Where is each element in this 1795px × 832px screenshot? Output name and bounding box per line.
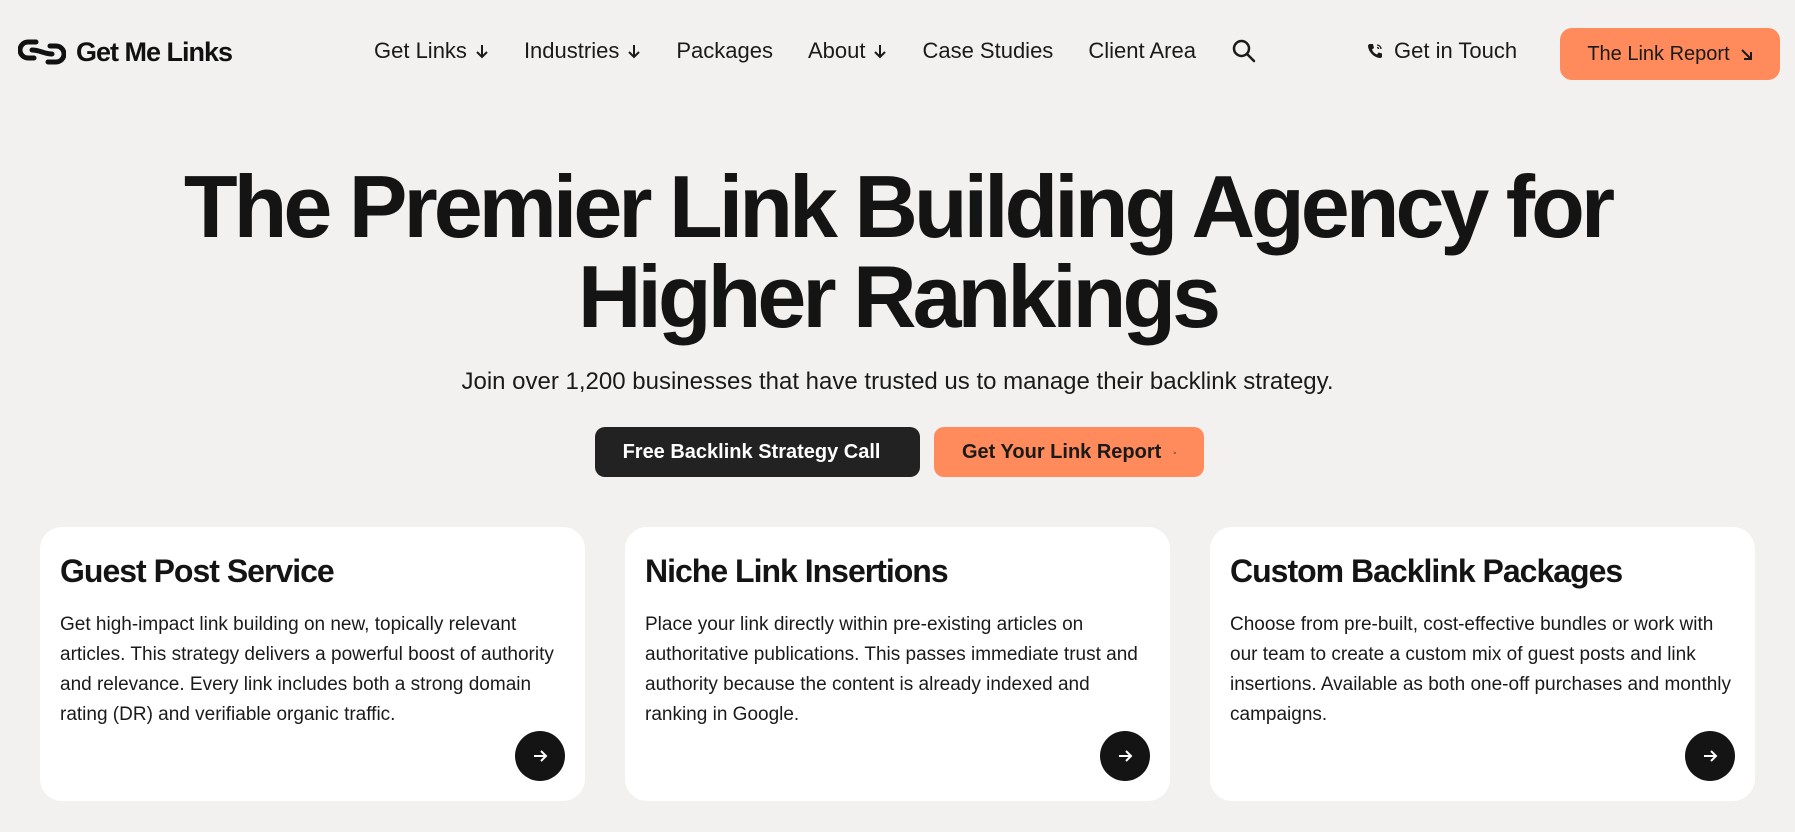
get-link-report-button[interactable]: Get Your Link Report bbox=[934, 427, 1204, 477]
get-in-touch-link[interactable]: Get in Touch bbox=[1366, 38, 1517, 64]
card-description: Place your link directly within pre-exis… bbox=[645, 614, 1138, 725]
arrow-right-icon bbox=[1119, 750, 1133, 762]
card-arrow-button[interactable] bbox=[1100, 731, 1150, 781]
card-arrow-button[interactable] bbox=[515, 731, 565, 781]
card-description: Get high-impact link building on new, to… bbox=[60, 614, 554, 725]
nav-item-label: Client Area bbox=[1088, 38, 1196, 63]
search-icon[interactable] bbox=[1231, 38, 1257, 64]
nav-item-case-studies[interactable]: Case Studies bbox=[922, 38, 1053, 64]
nav-item-label: Case Studies bbox=[922, 38, 1054, 63]
site-logo[interactable]: Get Me Links bbox=[18, 36, 233, 68]
get-in-touch-label: Get in Touch bbox=[1394, 38, 1518, 63]
card-title: Guest Post Service bbox=[60, 553, 335, 589]
card-description: Choose from pre-built, cost-effective bu… bbox=[1230, 614, 1732, 725]
arrow-down-right-icon bbox=[1173, 450, 1176, 454]
arrow-right-icon bbox=[534, 750, 548, 762]
main-nav: Get Links Industries Packages About Case… bbox=[374, 38, 1257, 64]
card-title: Custom Backlink Packages bbox=[1230, 553, 1623, 589]
arrow-down-icon bbox=[476, 45, 488, 59]
strategy-call-label: Free Backlink Strategy Call bbox=[622, 440, 881, 463]
phone-icon bbox=[1368, 44, 1382, 58]
nav-item-label: Packages bbox=[676, 38, 773, 63]
get-link-report-label: Get Your Link Report bbox=[962, 440, 1162, 463]
chain-link-icon bbox=[18, 39, 66, 65]
nav-item-label: Get Links bbox=[374, 38, 467, 63]
hero-cta-row: Free Backlink Strategy Call Get Your Lin… bbox=[595, 427, 1204, 477]
site-header: Get Me Links Get Links Industries Packag… bbox=[0, 0, 1795, 106]
arrow-down-icon bbox=[874, 45, 887, 59]
service-card-custom-packages[interactable]: Custom Backlink Packages Choose from pre… bbox=[1210, 527, 1755, 801]
logo-text: Get Me Links bbox=[76, 36, 233, 67]
link-report-button[interactable]: The Link Report bbox=[1560, 28, 1780, 80]
nav-item-get-links[interactable]: Get Links bbox=[374, 38, 489, 64]
card-arrow-button[interactable] bbox=[1685, 731, 1735, 781]
nav-item-about[interactable]: About bbox=[808, 38, 888, 64]
nav-item-industries[interactable]: Industries bbox=[524, 38, 641, 64]
card-title: Niche Link Insertions bbox=[645, 553, 949, 589]
arrow-right-icon bbox=[1704, 750, 1718, 762]
arrow-down-right-icon bbox=[1740, 48, 1752, 60]
strategy-call-button[interactable]: Free Backlink Strategy Call bbox=[595, 427, 920, 477]
arrow-down-icon bbox=[628, 45, 641, 59]
nav-item-packages[interactable]: Packages bbox=[676, 38, 773, 64]
hero-title-line-1: The Premier Link Building Agency for bbox=[183, 157, 1615, 256]
hero-title: The Premier Link Building Agency for Hig… bbox=[0, 162, 1795, 342]
link-report-label: The Link Report bbox=[1587, 42, 1730, 65]
hero-title-line-2: Higher Rankings bbox=[577, 247, 1221, 346]
service-card-niche-link[interactable]: Niche Link Insertions Place your link di… bbox=[625, 527, 1170, 801]
nav-item-label: Industries bbox=[523, 38, 620, 63]
hero-subtitle: Join over 1,200 businesses that have tru… bbox=[461, 368, 1334, 395]
service-cards: Guest Post Service Get high-impact link … bbox=[40, 527, 1755, 801]
service-card-guest-post[interactable]: Guest Post Service Get high-impact link … bbox=[40, 527, 585, 801]
nav-item-client-area[interactable]: Client Area bbox=[1088, 38, 1196, 64]
nav-item-label: About bbox=[807, 38, 866, 63]
